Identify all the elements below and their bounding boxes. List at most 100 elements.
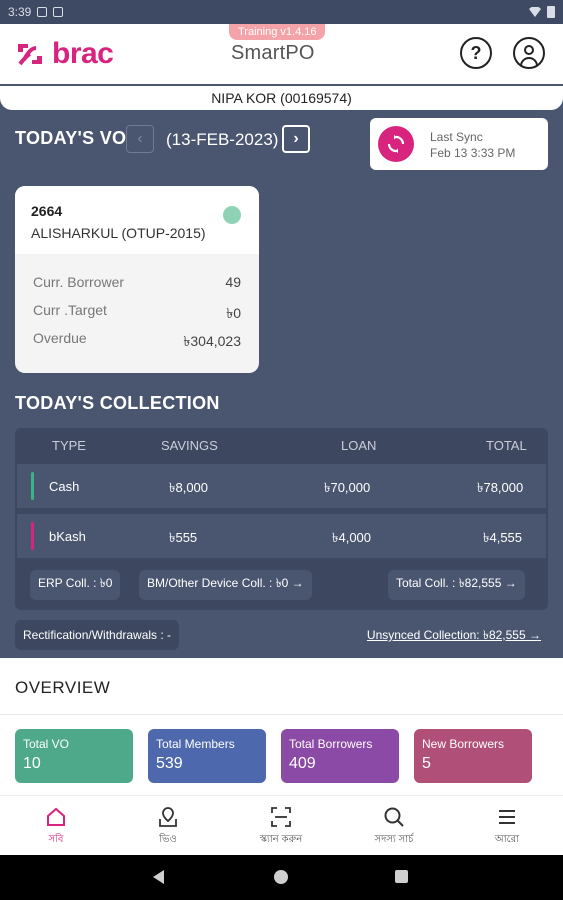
overview-card-label: New Borrowers	[422, 737, 505, 751]
overview-card-label: Total VO	[23, 737, 70, 751]
overview-card-total-vo[interactable]: Total VO 10	[15, 729, 133, 783]
nav-label: সবি	[48, 834, 64, 845]
vo-name: ALISHARKUL (OTUP-2015)	[31, 225, 206, 241]
scan-icon	[271, 807, 291, 827]
search-icon	[384, 807, 404, 827]
overview-card-value: 409	[289, 755, 316, 772]
sync-label: Last Sync	[430, 130, 483, 144]
row-loan: ৳70,000	[324, 480, 371, 495]
erp-collection-chip: ERP Coll. : ৳0	[30, 570, 121, 600]
brac-logo: brac	[14, 37, 114, 70]
stat-label: Curr. Borrower	[33, 274, 125, 290]
nav-item-member-search[interactable]: সদস্য সার্চ	[338, 796, 450, 856]
sync-time: Feb 13 3:33 PM	[430, 146, 516, 160]
notification-icon-2	[53, 7, 64, 17]
logo-text: brac	[52, 37, 114, 70]
divider	[0, 714, 563, 715]
overview-card-new-borrowers[interactable]: New Borrowers 5	[414, 729, 532, 783]
nav-label: আরো	[494, 834, 520, 845]
header-type: TYPE	[52, 438, 86, 453]
nav-item-scan[interactable]: স্ক্যান করুন	[225, 796, 337, 856]
menu-icon	[499, 810, 515, 824]
header-total: TOTAL	[486, 438, 527, 453]
wifi-icon	[529, 7, 541, 17]
stat-label: Overdue	[33, 330, 87, 346]
system-recents-icon[interactable]	[395, 870, 408, 883]
status-bar: 3:39	[0, 0, 563, 24]
overview-section: OVERVIEW Total VO 10 Total Members 539 T…	[0, 658, 563, 795]
stat-value: ৳0	[226, 305, 241, 321]
overview-card-value: 539	[156, 755, 183, 772]
nav-item-vo[interactable]: ভিও	[112, 796, 224, 856]
chevron-left-icon: ‹	[137, 130, 143, 147]
vo-code: 2664	[31, 203, 63, 219]
bottom-nav: সবি ভিও স্ক্যান করুন সদস্য সার্চ আরো	[0, 795, 563, 855]
header-savings: SAVINGS	[161, 438, 218, 453]
overview-title: OVERVIEW	[15, 678, 111, 697]
vo-card[interactable]: 2664 ALISHARKUL (OTUP-2015) Curr. Borrow…	[15, 186, 259, 373]
row-savings: ৳555	[169, 530, 198, 545]
todays-collection-title: TODAY'S COLLECTION	[15, 393, 220, 413]
collection-panel: TYPE SAVINGS LOAN TOTAL Cash ৳8,000 ৳70,…	[15, 428, 548, 610]
status-time: 3:39	[8, 5, 32, 19]
overview-card-total-members[interactable]: Total Members 539	[148, 729, 266, 783]
overview-card-total-borrowers[interactable]: Total Borrowers 409	[281, 729, 399, 783]
vo-card-header: 2664 ALISHARKUL (OTUP-2015)	[15, 186, 259, 254]
row-total: ৳78,000	[477, 480, 524, 495]
home-icon	[47, 807, 65, 826]
stat-row: Overdue ৳304,023	[33, 330, 241, 358]
header-loan: LOAN	[341, 438, 377, 453]
app-name: SmartPO	[231, 42, 315, 64]
stat-row: Curr .Target ৳0	[33, 302, 241, 330]
map-pin-icon	[159, 807, 177, 827]
row-color-bar	[31, 522, 34, 550]
nav-item-more[interactable]: আরো	[451, 796, 563, 856]
total-collection-chip[interactable]: Total Coll. : ৳82,555 →	[388, 570, 525, 600]
row-color-bar	[31, 472, 34, 500]
row-loan: ৳4,000	[332, 530, 372, 545]
collection-row-cash[interactable]: Cash ৳8,000 ৳70,000 ৳78,000	[17, 464, 546, 508]
nav-label: স্ক্যান করুন	[259, 834, 303, 845]
battery-icon	[547, 6, 555, 18]
overview-card-value: 5	[422, 755, 431, 772]
app-header: brac Training v1.4.16 SmartPO ?	[0, 24, 563, 84]
system-nav-bar	[0, 855, 563, 900]
collection-row-bkash[interactable]: bKash ৳555 ৳4,000 ৳4,555	[17, 514, 546, 558]
vo-stats: Curr. Borrower 49 Curr .Target ৳0 Overdu…	[15, 254, 259, 358]
row-savings: ৳8,000	[169, 480, 209, 495]
chevron-right-icon: ›	[293, 130, 299, 147]
profile-button[interactable]	[513, 37, 545, 69]
vo-date: (13-FEB-2023)	[166, 130, 279, 149]
unsynced-collection-link[interactable]: Unsynced Collection: ৳82,555 →	[367, 627, 541, 647]
nav-label: সদস্য সার্চ	[374, 834, 414, 845]
nav-label: ভিও	[159, 834, 177, 845]
todays-vo-title: TODAY'S VO	[15, 128, 127, 148]
brac-logo-mark-icon	[18, 44, 42, 66]
overview-card-label: Total Members	[156, 737, 235, 751]
system-home-icon[interactable]	[274, 870, 288, 884]
sync-icon	[387, 135, 405, 153]
overview-card-label: Total Borrowers	[289, 737, 373, 751]
row-type: bKash	[49, 529, 86, 544]
system-back-icon[interactable]	[153, 870, 164, 884]
bm-other-collection-chip[interactable]: BM/Other Device Coll. : ৳0 →	[139, 570, 312, 600]
help-button[interactable]: ?	[460, 37, 492, 69]
version-badge: Training v1.4.16	[229, 24, 326, 40]
notification-icon	[37, 7, 48, 17]
stat-label: Curr .Target	[33, 302, 107, 318]
user-name: NIPA KOR (00169574)	[211, 90, 352, 106]
date-next-button[interactable]: ›	[282, 125, 310, 153]
sync-button[interactable]	[378, 126, 414, 162]
last-sync-card: Last Sync Feb 13 3:33 PM	[370, 118, 548, 170]
stat-value: ৳304,023	[183, 333, 241, 349]
date-prev-button[interactable]: ‹	[126, 125, 154, 153]
rectification-chip: Rectification/Withdrawals : -	[15, 620, 180, 650]
row-total: ৳4,555	[483, 530, 523, 545]
row-type: Cash	[49, 479, 80, 494]
stat-value: 49	[225, 274, 241, 290]
user-icon	[515, 39, 543, 67]
user-name-strip: NIPA KOR (00169574)	[0, 86, 563, 110]
nav-item-home[interactable]: সবি	[0, 796, 112, 856]
stat-row: Curr. Borrower 49	[33, 274, 241, 302]
vo-status-dot	[223, 206, 241, 224]
